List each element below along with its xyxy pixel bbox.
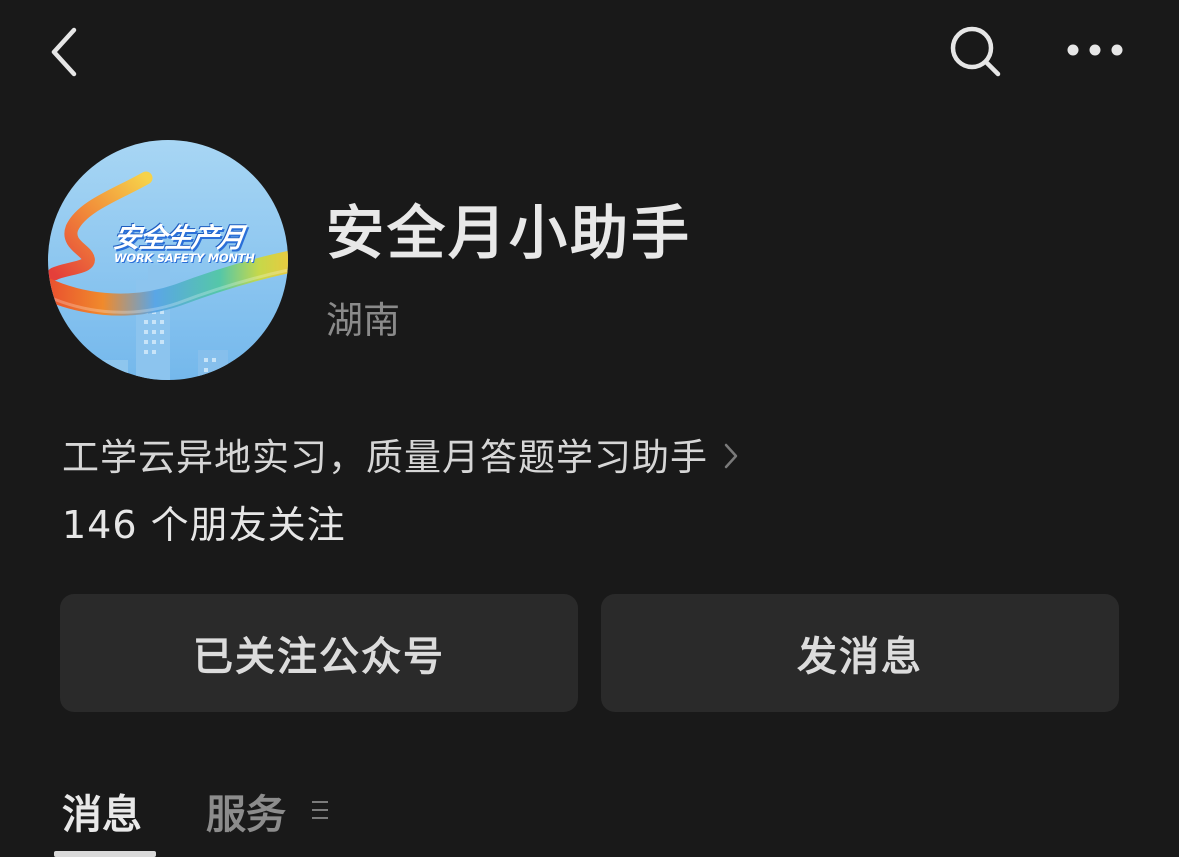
search-icon: [950, 26, 1001, 77]
avatar[interactable]: 安全生产月 WORK SAFETY MONTH: [48, 140, 288, 380]
followed-button[interactable]: 已关注公众号: [60, 594, 578, 712]
chevron-right-icon: [724, 443, 738, 469]
account-description[interactable]: 工学云异地实习，质量月答题学习助手: [62, 428, 740, 480]
menu-icon[interactable]: [310, 798, 332, 822]
more-horizontal-icon: [1067, 44, 1123, 56]
search-button[interactable]: [940, 20, 1010, 84]
avatar-title-text: 安全生产月: [111, 223, 246, 254]
tab-services[interactable]: 服务: [206, 782, 286, 840]
chevron-left-icon: [51, 27, 77, 77]
account-region: 湖南: [326, 299, 400, 342]
back-button[interactable]: [40, 20, 96, 84]
followers-count: 146 个朋友关注: [62, 503, 346, 547]
active-tab-indicator: [54, 851, 156, 857]
account-name: 安全月小助手: [326, 199, 693, 267]
more-button[interactable]: [1058, 22, 1134, 78]
avatar-subtitle-text: WORK SAFETY MONTH: [114, 251, 255, 265]
description-text: 工学云异地实习，质量月答题学习助手: [62, 436, 708, 479]
tab-messages[interactable]: 消息: [62, 782, 142, 840]
send-message-button[interactable]: 发消息: [601, 594, 1119, 712]
